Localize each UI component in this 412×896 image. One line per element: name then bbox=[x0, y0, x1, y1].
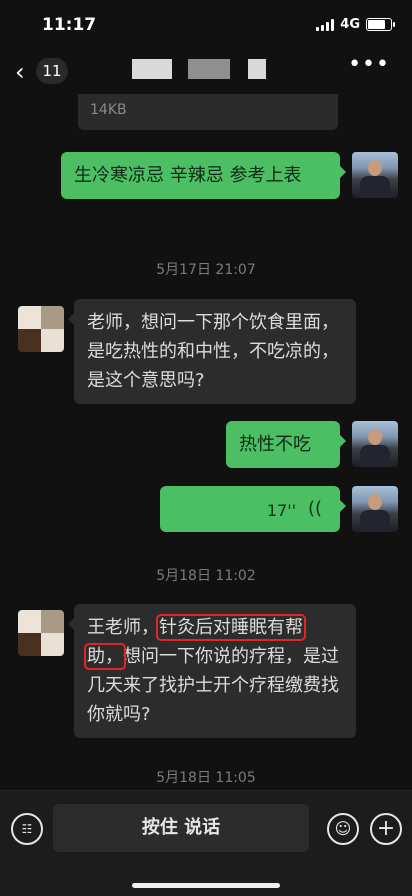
message-bubble-incoming[interactable]: 王老师，针灸后对睡眠有帮助，想问一下你说的疗程，是过几天来了找护士开个疗程缴费找… bbox=[68, 604, 356, 738]
chat-header: ‹ 11 ••• bbox=[0, 50, 412, 94]
chat-messages[interactable]: 14KB 生冷寒凉忌 辛辣忌 参考上表 5月17日 21:07 老师，想问一下那… bbox=[0, 94, 412, 790]
back-chevron-icon[interactable]: ‹ bbox=[15, 58, 25, 86]
status-bar: 11:17 4G bbox=[0, 0, 412, 50]
avatar-contact[interactable] bbox=[18, 610, 64, 656]
message-bubble-incoming[interactable]: 老师，想问一下那个饮食里面，是吃热性的和中性，不吃凉的，是这个意思吗? bbox=[68, 299, 356, 404]
message-timestamp: 5月18日 11:05 bbox=[156, 770, 256, 786]
emoji-icon[interactable]: ☺ bbox=[327, 813, 359, 845]
message-text: 想问一下你说的疗程，是过几天来了找护士开个疗程缴费找你就吗? bbox=[87, 646, 339, 725]
message-text: 王老师， bbox=[87, 617, 159, 638]
message-timestamp: 5月18日 11:02 bbox=[156, 568, 256, 584]
file-message[interactable]: 14KB bbox=[78, 94, 338, 130]
status-time: 11:17 bbox=[42, 15, 97, 35]
avatar-self[interactable] bbox=[352, 421, 398, 467]
avatar-self[interactable] bbox=[352, 486, 398, 532]
redacted-title-block-1 bbox=[132, 59, 172, 79]
message-timestamp: 5月17日 21:07 bbox=[156, 262, 256, 278]
redacted-title-block-3 bbox=[248, 59, 266, 79]
unread-count-badge[interactable]: 11 bbox=[36, 58, 68, 84]
battery-icon bbox=[366, 18, 395, 31]
highlighted-text: 针灸后对睡眠有帮 bbox=[156, 614, 306, 641]
highlighted-text: 助， bbox=[84, 643, 126, 670]
status-indicators: 4G bbox=[316, 17, 395, 32]
voice-message-bubble[interactable]: 17'' )) bbox=[160, 486, 346, 532]
input-bar: ☷ 按住 说话 ☺ + bbox=[0, 790, 412, 896]
voice-duration: 17'' bbox=[266, 501, 296, 520]
keyboard-icon[interactable]: ☷ bbox=[11, 813, 43, 845]
more-dots-icon[interactable]: ••• bbox=[348, 52, 390, 77]
network-type: 4G bbox=[340, 17, 360, 32]
avatar-self[interactable] bbox=[352, 152, 398, 198]
message-bubble-outgoing[interactable]: 热性不吃 bbox=[226, 421, 346, 468]
file-size: 14KB bbox=[90, 102, 127, 118]
voice-wave-icon: )) bbox=[307, 498, 322, 519]
message-bubble-outgoing[interactable]: 生冷寒凉忌 辛辣忌 参考上表 bbox=[61, 152, 346, 199]
add-icon[interactable]: + bbox=[370, 813, 402, 845]
redacted-title-block-2 bbox=[188, 59, 230, 79]
avatar-contact[interactable] bbox=[18, 306, 64, 352]
signal-icon bbox=[316, 18, 335, 31]
home-indicator bbox=[132, 883, 280, 888]
hold-to-talk-button[interactable]: 按住 说话 bbox=[53, 804, 309, 852]
